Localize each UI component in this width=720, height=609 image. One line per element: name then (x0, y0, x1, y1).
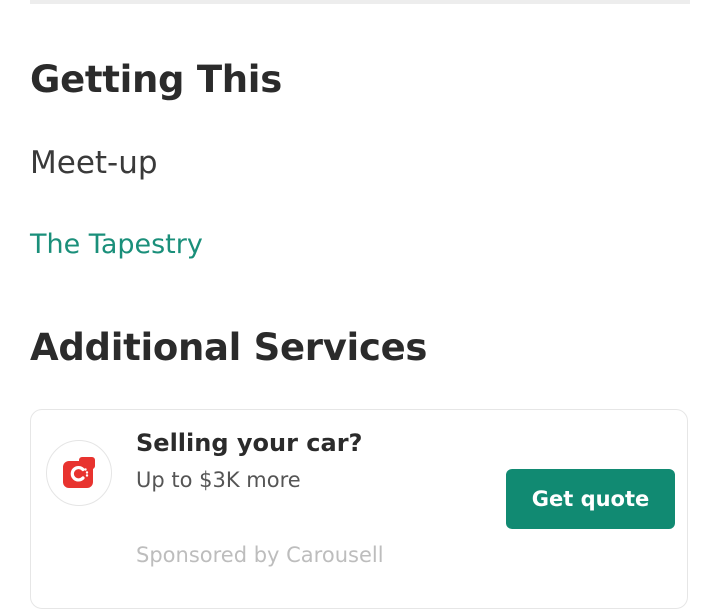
carousell-logo-icon (63, 457, 95, 488)
additional-services-heading: Additional Services (30, 326, 428, 369)
meetup-location-link[interactable]: The Tapestry (30, 229, 203, 260)
top-divider (30, 0, 690, 4)
getting-this-heading: Getting This (30, 58, 282, 101)
delivery-method-label: Meet-up (30, 145, 158, 181)
carousell-logo (46, 440, 112, 506)
sponsor-text: Sponsored by Carousell (136, 543, 384, 567)
card-title: Selling your car? (136, 429, 363, 457)
get-quote-button[interactable]: Get quote (506, 469, 675, 529)
sell-car-service-card[interactable]: Selling your car? Up to $3K more Get quo… (30, 409, 688, 609)
card-subtitle: Up to $3K more (136, 468, 301, 492)
